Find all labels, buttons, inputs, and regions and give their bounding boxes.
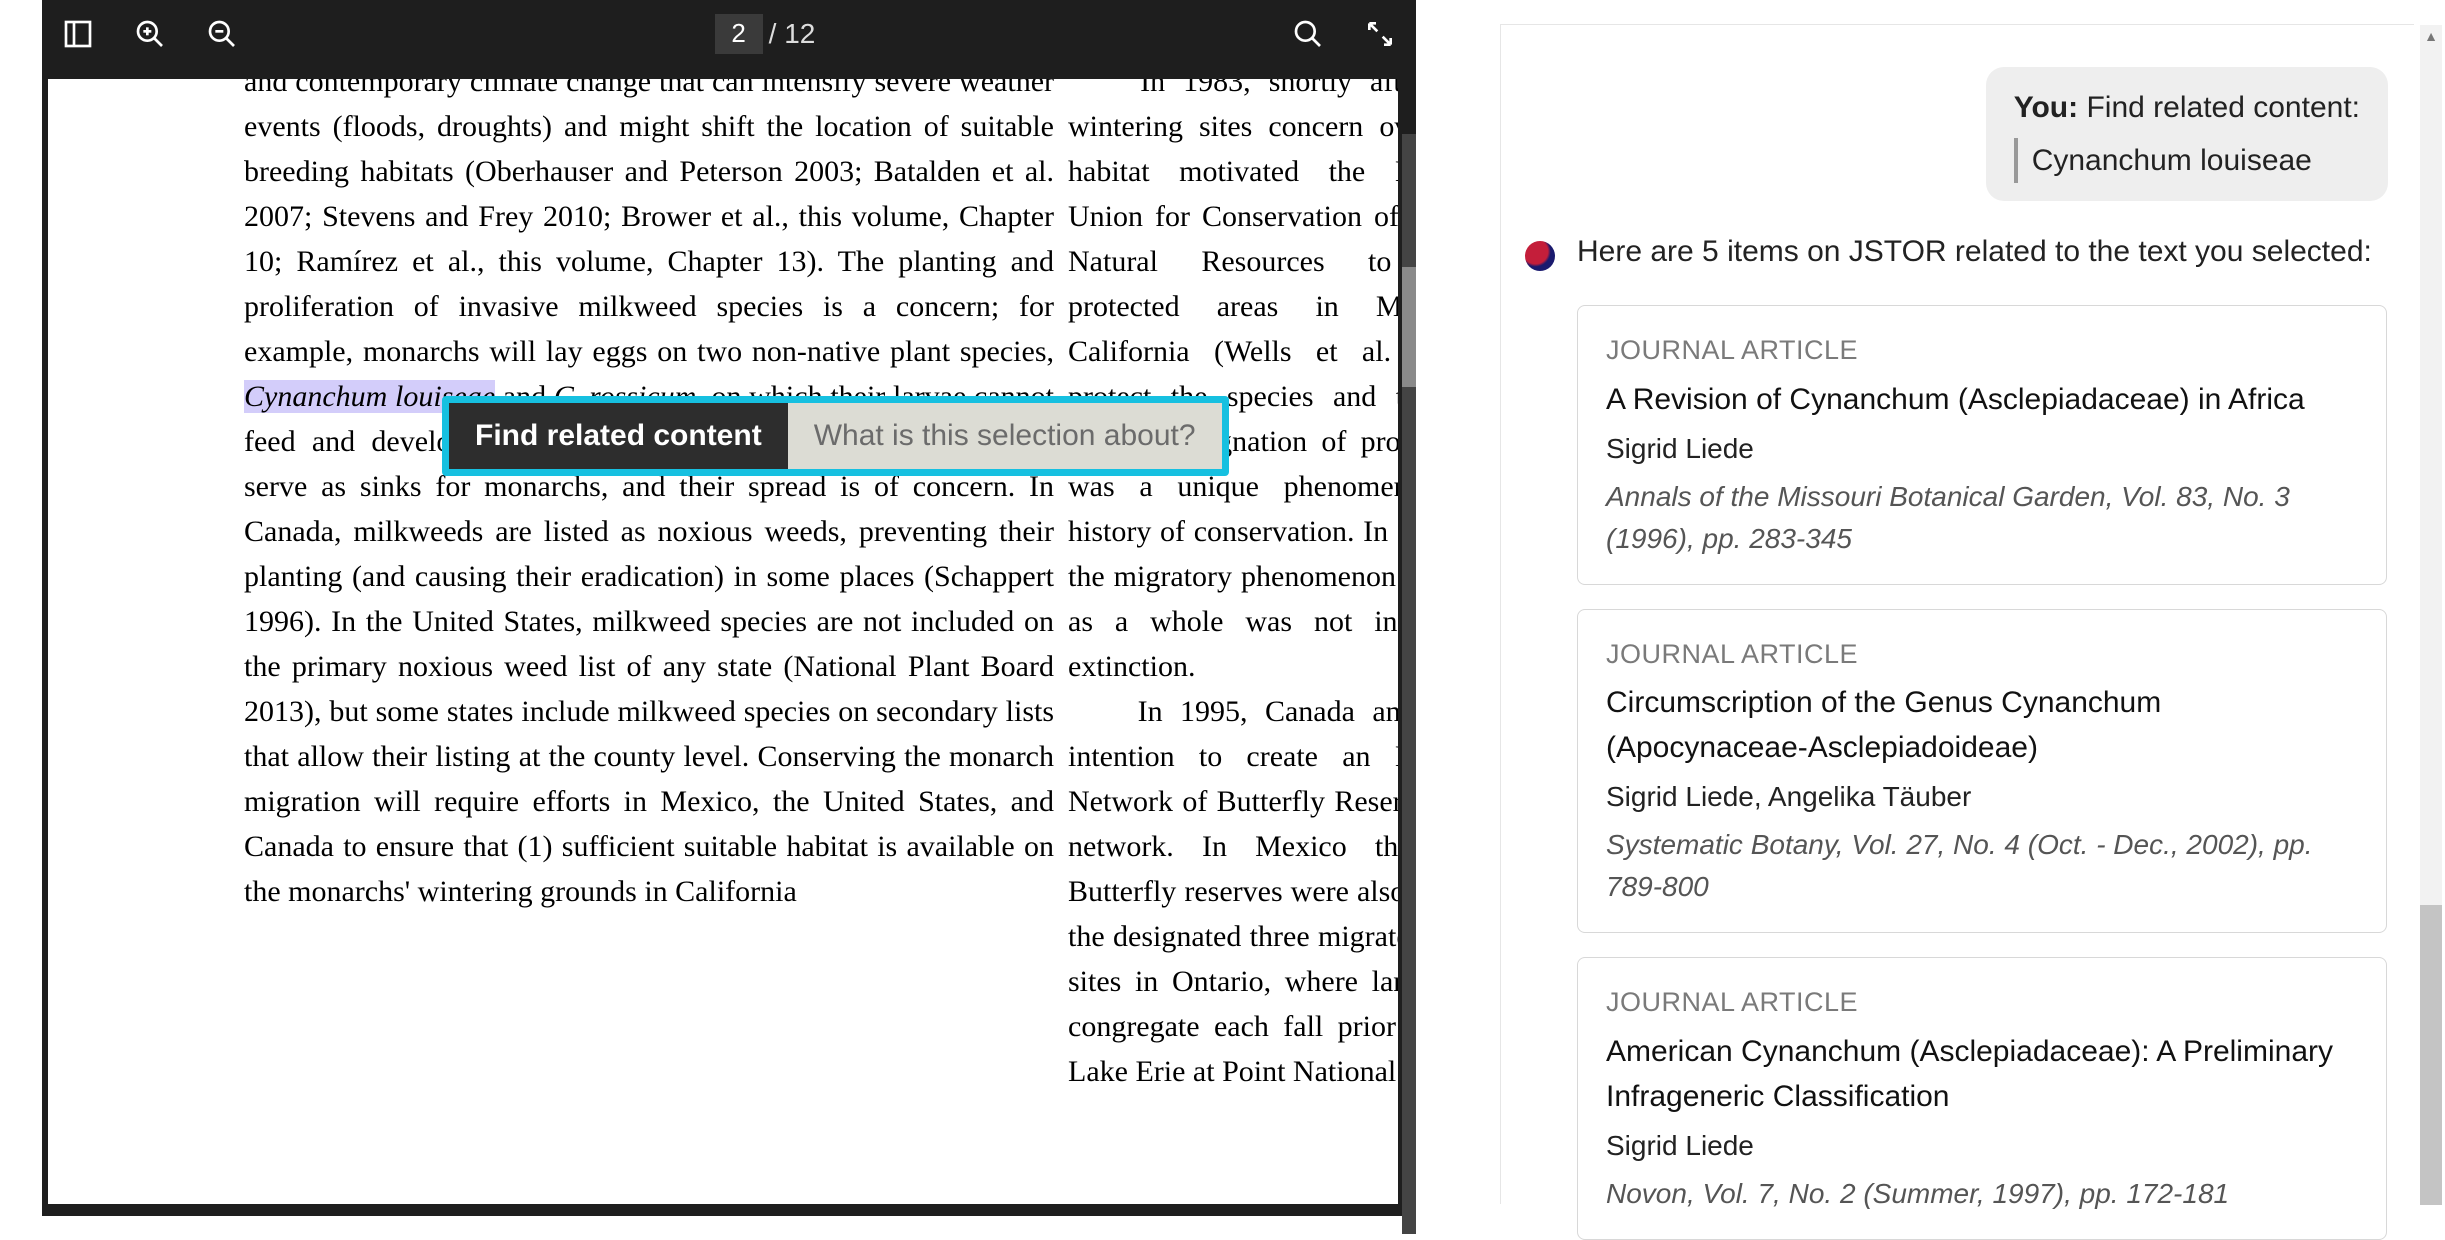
result-type-label: JOURNAL ARTICLE bbox=[1606, 982, 2358, 1023]
sidebar-toggle-icon[interactable] bbox=[62, 18, 94, 50]
selection-popover: Find related content What is this select… bbox=[442, 396, 1229, 476]
search-icon[interactable] bbox=[1292, 18, 1324, 50]
result-card[interactable]: JOURNAL ARTICLE A Revision of Cynanchum … bbox=[1577, 305, 2387, 585]
zoom-in-icon[interactable] bbox=[134, 18, 166, 50]
zoom-out-icon[interactable] bbox=[206, 18, 238, 50]
pdf-page: and contemporary climate change that can… bbox=[48, 79, 1398, 1204]
result-title: A Revision of Cynanchum (Asclepiadaceae)… bbox=[1606, 377, 2358, 422]
result-type-label: JOURNAL ARTICLE bbox=[1606, 330, 2358, 371]
ai-side-panel: You: Find related content: Cynanchum lou… bbox=[1500, 24, 2414, 1204]
find-related-content-button[interactable]: Find related content bbox=[449, 403, 788, 469]
user-quote: Cynanchum louiseae bbox=[2014, 138, 2360, 183]
pdf-column-2: In 1983, shortly after monarch wintering… bbox=[1068, 79, 1398, 1094]
result-source: Systematic Botany, Vol. 27, No. 4 (Oct. … bbox=[1606, 824, 2358, 908]
user-label: You: bbox=[2014, 91, 2078, 124]
user-message-text: Find related content: bbox=[2086, 91, 2360, 124]
result-author: Sigrid Liede, Angelika Täuber bbox=[1606, 776, 2358, 818]
pdf-page-area[interactable]: and contemporary climate change that can… bbox=[42, 67, 1416, 1216]
user-message-bubble: You: Find related content: Cynanchum lou… bbox=[1986, 67, 2388, 201]
page-number-input[interactable] bbox=[715, 14, 763, 54]
fullscreen-icon[interactable] bbox=[1364, 18, 1396, 50]
pdf-scrollbar-thumb[interactable] bbox=[1402, 267, 1416, 387]
scroll-up-icon[interactable]: ▲ bbox=[2420, 25, 2442, 47]
what-is-this-about-button[interactable]: What is this selection about? bbox=[788, 403, 1222, 469]
result-author: Sigrid Liede bbox=[1606, 428, 2358, 470]
pdf-column-1: and contemporary climate change that can… bbox=[244, 79, 1054, 914]
result-source: Novon, Vol. 7, No. 2 (Summer, 1997), pp.… bbox=[1606, 1173, 2358, 1215]
result-card[interactable]: JOURNAL ARTICLE Circumscription of the G… bbox=[1577, 609, 2387, 934]
ai-avatar-icon bbox=[1525, 241, 1555, 271]
pdf-viewer: / 12 and contemporary climate change tha… bbox=[42, 0, 1416, 1216]
ai-response-text: Here are 5 items on JSTOR related to the… bbox=[1577, 235, 2372, 269]
page-total-label: / 12 bbox=[769, 18, 816, 50]
result-author: Sigrid Liede bbox=[1606, 1125, 2358, 1167]
results-list: JOURNAL ARTICLE A Revision of Cynanchum … bbox=[1577, 305, 2387, 1240]
result-source: Annals of the Missouri Botanical Garden,… bbox=[1606, 476, 2358, 560]
pdf-toolbar: / 12 bbox=[42, 0, 1416, 67]
result-title: Circumscription of the Genus Cynanchum (… bbox=[1606, 680, 2358, 770]
result-card[interactable]: JOURNAL ARTICLE American Cynanchum (Ascl… bbox=[1577, 957, 2387, 1240]
result-title: American Cynanchum (Asclepiadaceae): A P… bbox=[1606, 1029, 2358, 1119]
panel-scrollbar-thumb[interactable] bbox=[2420, 905, 2442, 1205]
result-type-label: JOURNAL ARTICLE bbox=[1606, 634, 2358, 675]
